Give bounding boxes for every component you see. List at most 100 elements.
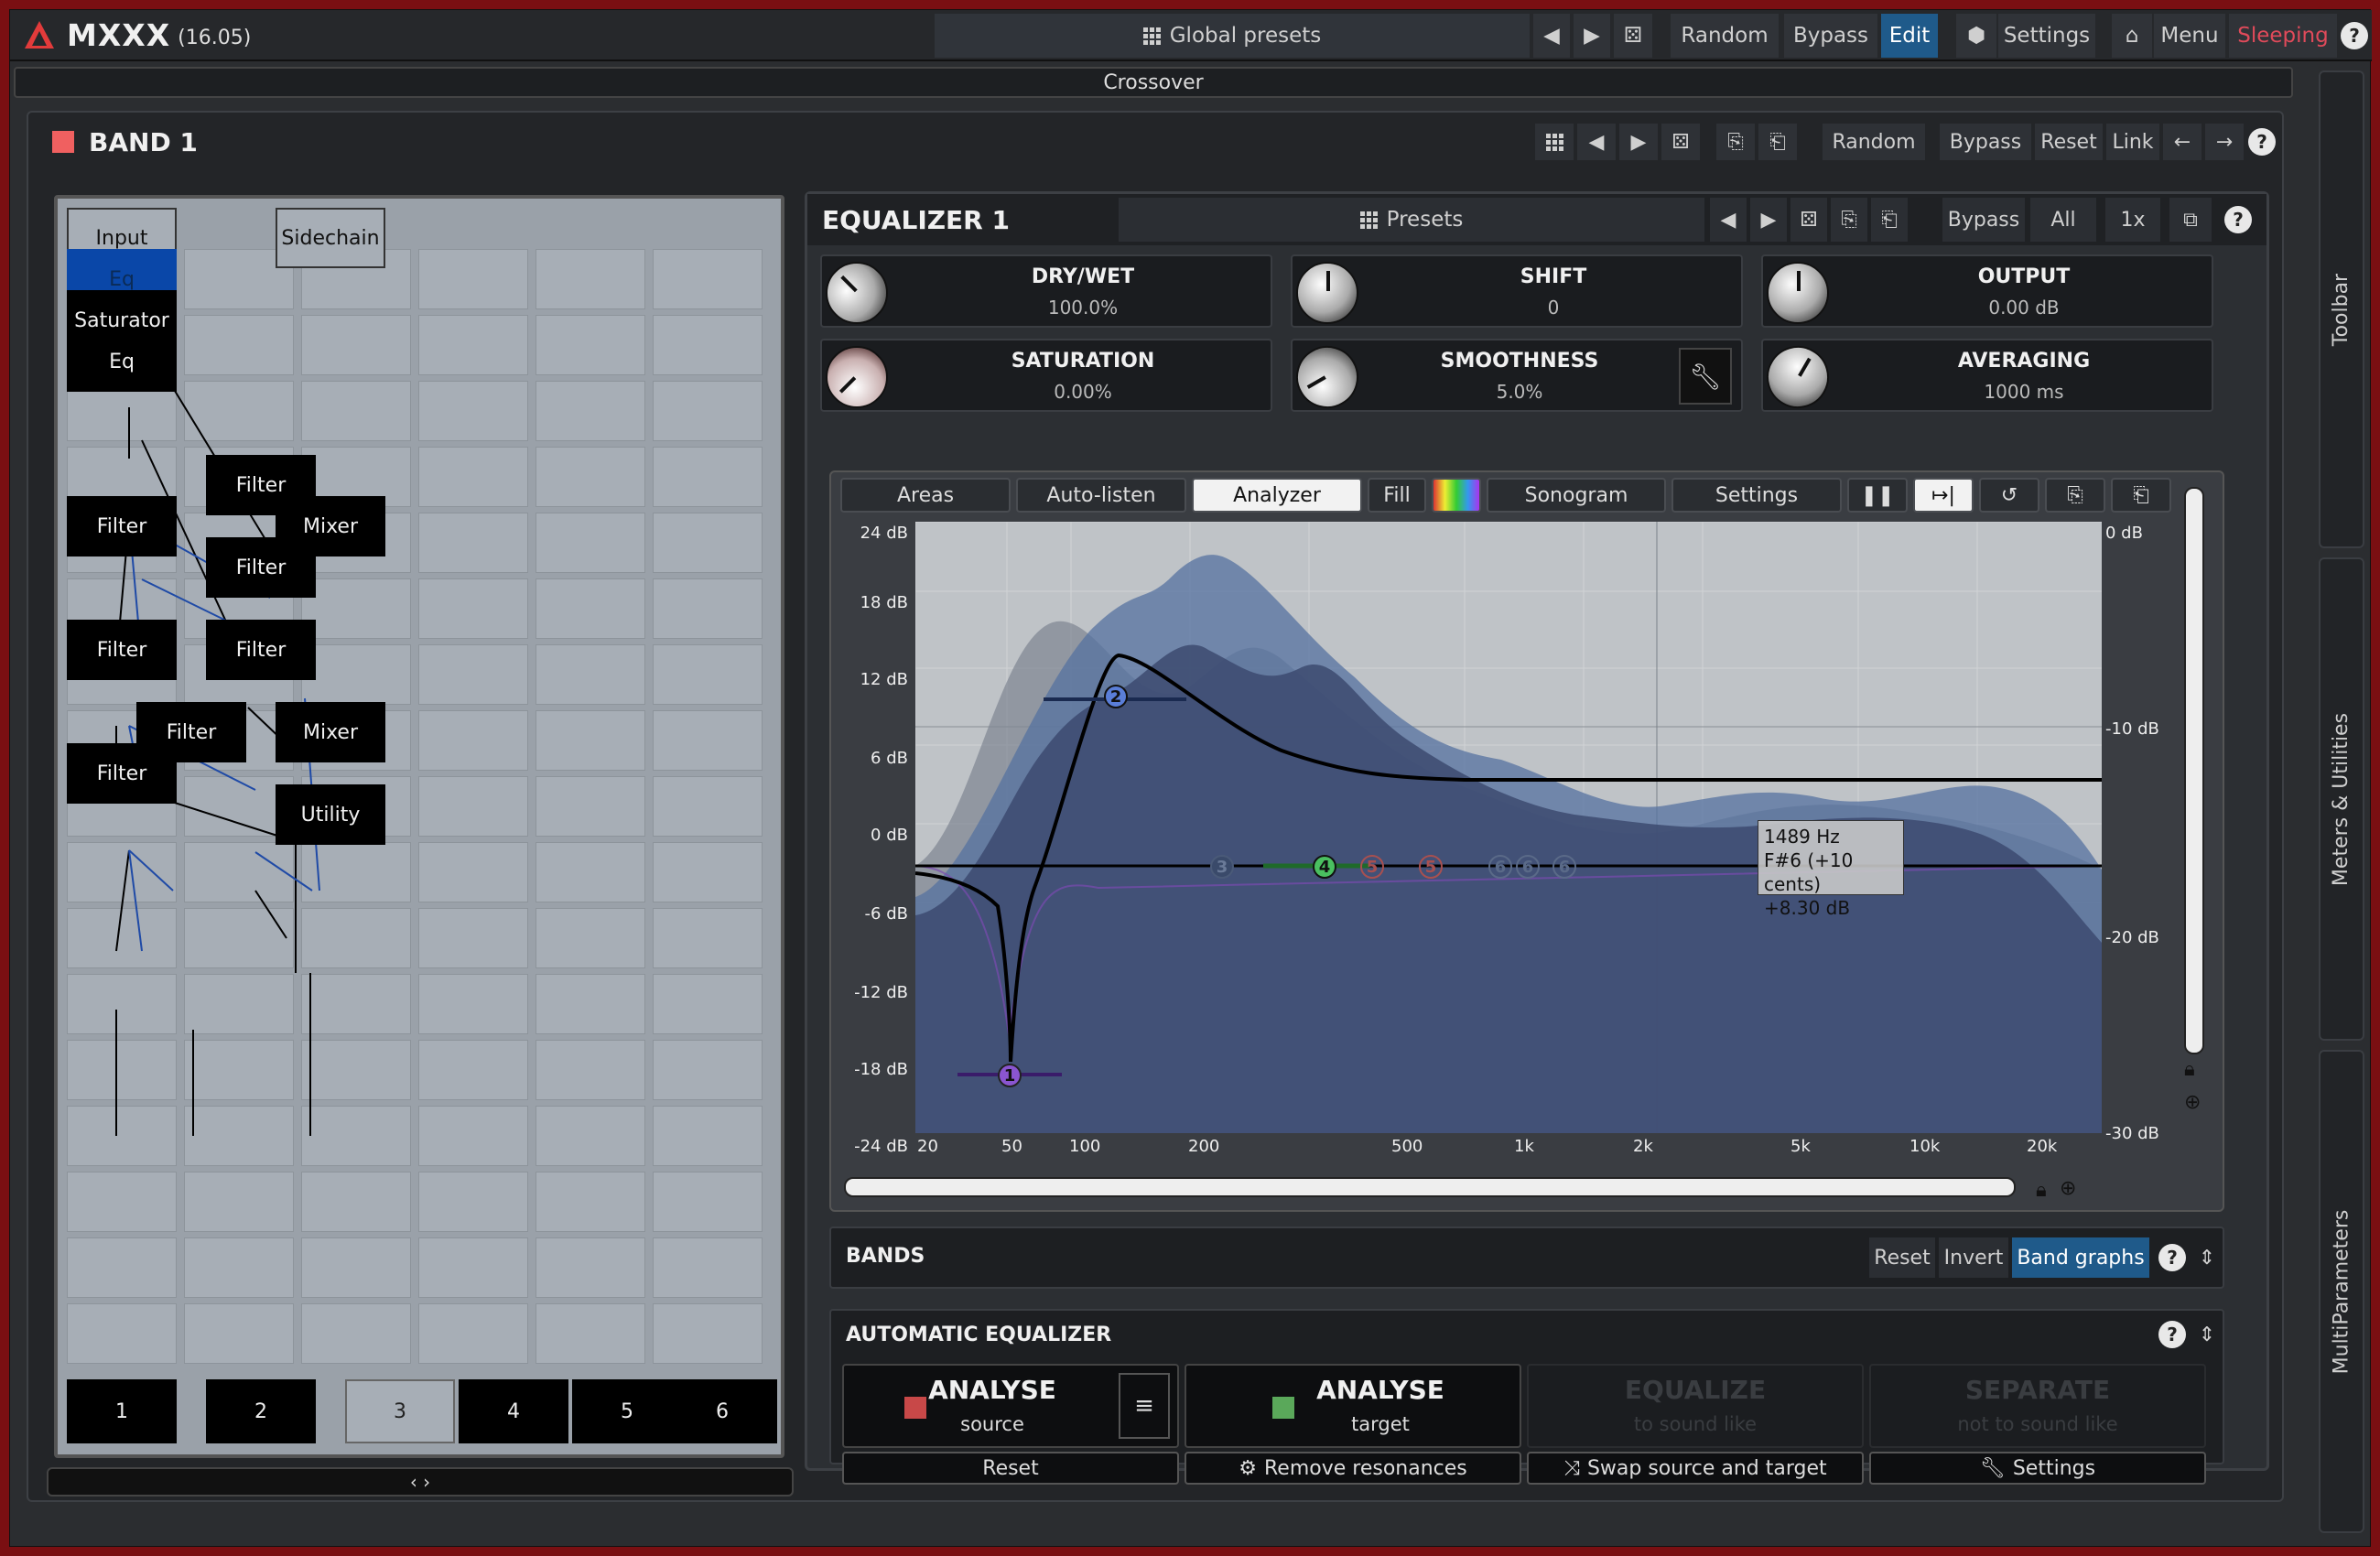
random-button[interactable]: Random bbox=[1671, 14, 1779, 58]
color-palette-button[interactable] bbox=[1432, 478, 1481, 513]
freeze-button[interactable]: ↦| bbox=[1913, 478, 1974, 513]
band-graphs-button[interactable]: Band graphs bbox=[2012, 1237, 2149, 1278]
routing-node-filter[interactable]: Filter bbox=[67, 743, 177, 804]
eq-bypass-button[interactable]: Bypass bbox=[1942, 198, 2025, 242]
zoom-in-icon[interactable]: ⊕ bbox=[2060, 1177, 2076, 1200]
band-reset-button[interactable]: Reset bbox=[2035, 124, 2103, 160]
lock-icon[interactable]: 🔒︎ bbox=[2036, 1179, 2047, 1202]
home-button[interactable]: ⌂ bbox=[2112, 14, 2152, 58]
graph-copy-button[interactable]: ⎘ bbox=[2045, 478, 2105, 513]
eq-presets-button[interactable]: Presets bbox=[1119, 198, 1704, 242]
edit-button[interactable]: Edit bbox=[1881, 14, 1938, 58]
eq-band-point-5b[interactable]: 5 bbox=[1419, 855, 1443, 879]
routing-sidechain-node[interactable]: Sidechain bbox=[276, 208, 385, 268]
graph-vertical-scrollbar[interactable] bbox=[2184, 487, 2204, 1054]
side-tab-multiparameters[interactable]: MultiParameters bbox=[2319, 1050, 2364, 1533]
shift-knob[interactable] bbox=[1296, 262, 1358, 324]
auto-eq-settings-button[interactable]: 🔧︎ Settings bbox=[1869, 1452, 2206, 1485]
eq-band-point-5[interactable]: 5 bbox=[1360, 855, 1384, 879]
global-presets-button[interactable]: Global presets bbox=[935, 14, 1530, 58]
dry-wet-knob[interactable] bbox=[812, 248, 902, 338]
param-saturation[interactable]: SATURATION 0.00% bbox=[812, 332, 1272, 422]
eq-prev-preset-button[interactable]: ◀ bbox=[1710, 198, 1747, 242]
band-bypass-button[interactable]: Bypass bbox=[1940, 124, 2031, 160]
graph-paste-button[interactable]: ⎗ bbox=[2111, 478, 2171, 513]
next-preset-button[interactable]: ▶ bbox=[1574, 14, 1610, 58]
remove-resonances-button[interactable]: ⚙ Remove resonances bbox=[1185, 1452, 1521, 1485]
bands-expand-button[interactable]: ⇕ bbox=[2193, 1237, 2221, 1278]
graph-horizontal-scrollbar[interactable] bbox=[844, 1177, 2016, 1197]
band-link-button[interactable]: Link bbox=[2106, 124, 2159, 160]
eq-band-point-6c[interactable]: 6 bbox=[1552, 855, 1576, 879]
settings-button[interactable]: Settings bbox=[1998, 14, 2095, 58]
eq-band-point-6b[interactable]: 6 bbox=[1516, 855, 1540, 879]
eq-dice-button[interactable]: ⚄ bbox=[1790, 198, 1827, 242]
routing-node-filter[interactable]: Filter bbox=[67, 496, 177, 556]
smoothness-settings-button[interactable]: 🔧︎ bbox=[1679, 348, 1732, 405]
side-tab-meters-utilities[interactable]: Meters & Utilities bbox=[2319, 557, 2364, 1041]
tab-sonogram[interactable]: Sonogram bbox=[1487, 478, 1666, 513]
help-button[interactable]: ? bbox=[2339, 14, 2370, 58]
bands-help-button[interactable]: ? bbox=[2157, 1237, 2188, 1278]
band-prev-button[interactable]: ◀ bbox=[1577, 124, 1616, 160]
routing-node-filter[interactable]: Filter bbox=[67, 620, 177, 680]
band-help-button[interactable]: ? bbox=[2245, 124, 2278, 160]
auto-eq-help-button[interactable]: ? bbox=[2157, 1314, 2188, 1355]
reset-view-button[interactable]: ↺ bbox=[1979, 478, 2039, 513]
band-redo-button[interactable]: → bbox=[2205, 124, 2244, 160]
routing-output-1[interactable]: 1 bbox=[67, 1379, 177, 1443]
separate-button[interactable]: SEPARATE not to sound like bbox=[1869, 1364, 2206, 1448]
prev-preset-button[interactable]: ◀ bbox=[1533, 14, 1570, 58]
output-knob[interactable] bbox=[1767, 262, 1829, 324]
routing-output-2[interactable]: 2 bbox=[206, 1379, 316, 1443]
param-smoothness[interactable]: SMOOTHNESS 5.0% 🔧︎ bbox=[1284, 334, 1743, 420]
band-random-button[interactable]: Random bbox=[1823, 124, 1925, 160]
routing-node-utility[interactable]: Utility bbox=[276, 784, 385, 845]
param-dry-wet[interactable]: DRY/WET 100.0% bbox=[812, 248, 1272, 338]
smoothness-knob[interactable] bbox=[1284, 334, 1370, 420]
eq-popout-button[interactable]: ⧉ bbox=[2169, 198, 2212, 242]
eq-band-point-6a[interactable]: 6 bbox=[1488, 855, 1512, 879]
band-presets-button[interactable] bbox=[1535, 124, 1574, 160]
routing-node-filter[interactable]: Filter bbox=[206, 620, 316, 680]
eq-band-point-3[interactable]: 3 bbox=[1210, 855, 1234, 879]
auto-eq-reset-button[interactable]: Reset bbox=[842, 1452, 1179, 1485]
tab-settings[interactable]: Settings bbox=[1671, 478, 1842, 513]
tab-analyzer[interactable]: Analyzer bbox=[1192, 478, 1362, 513]
sleeping-indicator[interactable]: Sleeping bbox=[2229, 14, 2337, 58]
bands-invert-button[interactable]: Invert bbox=[1939, 1237, 2008, 1278]
band-dice-button[interactable]: ⚄ bbox=[1661, 124, 1700, 160]
bypass-button[interactable]: Bypass bbox=[1784, 14, 1877, 58]
eq-next-preset-button[interactable]: ▶ bbox=[1750, 198, 1787, 242]
band-copy-button[interactable]: ⎘ bbox=[1716, 124, 1755, 160]
menu-button[interactable]: Menu bbox=[2154, 14, 2225, 58]
band-paste-button[interactable]: ⎗ bbox=[1758, 124, 1797, 160]
tab-auto-listen[interactable]: Auto-listen bbox=[1016, 478, 1186, 513]
routing-node-mixer[interactable]: Mixer bbox=[276, 702, 385, 762]
swap-source-target-button[interactable]: ⤨ Swap source and target bbox=[1527, 1452, 1864, 1485]
param-shift[interactable]: SHIFT 0 bbox=[1291, 254, 1743, 328]
eq-band-point-4[interactable]: 4 bbox=[1313, 855, 1336, 879]
lock-icon[interactable]: 🔒︎ bbox=[2184, 1058, 2195, 1081]
routing-node-eq[interactable]: Eq bbox=[67, 331, 177, 392]
tab-areas[interactable]: Areas bbox=[840, 478, 1011, 513]
routing-matrix[interactable]: Input Sidechain Eq Saturator Eq Filter F… bbox=[54, 195, 784, 1458]
pause-button[interactable]: ❚❚ bbox=[1847, 478, 1908, 513]
safe-mode-button[interactable]: ⬢ bbox=[1956, 14, 1996, 58]
analyse-source-button[interactable]: ANALYSE source ≡ bbox=[842, 1364, 1179, 1448]
param-output[interactable]: OUTPUT 0.00 dB bbox=[1761, 254, 2213, 328]
routing-output-5[interactable]: 5 bbox=[572, 1379, 682, 1443]
band-undo-button[interactable]: ← bbox=[2163, 124, 2202, 160]
randomize-dice-button[interactable]: ⚄ bbox=[1614, 14, 1652, 58]
eq-copy-button[interactable]: ⎘ bbox=[1831, 198, 1867, 242]
eq-help-button[interactable]: ? bbox=[2217, 198, 2259, 242]
routing-output-4[interactable]: 4 bbox=[459, 1379, 568, 1443]
routing-output-6[interactable]: 6 bbox=[667, 1379, 777, 1443]
bands-reset-button[interactable]: Reset bbox=[1869, 1237, 1935, 1278]
eq-band-point-2[interactable]: 2 bbox=[1104, 685, 1128, 708]
routing-horizontal-scrollbar[interactable]: ‹ › bbox=[47, 1467, 794, 1497]
eq-oversampling-button[interactable]: 1x bbox=[2105, 198, 2160, 242]
param-averaging[interactable]: AVERAGING 1000 ms bbox=[1755, 334, 2213, 420]
routing-node-filter[interactable]: Filter bbox=[206, 537, 316, 598]
zoom-in-icon[interactable]: ⊕ bbox=[2184, 1091, 2201, 1114]
